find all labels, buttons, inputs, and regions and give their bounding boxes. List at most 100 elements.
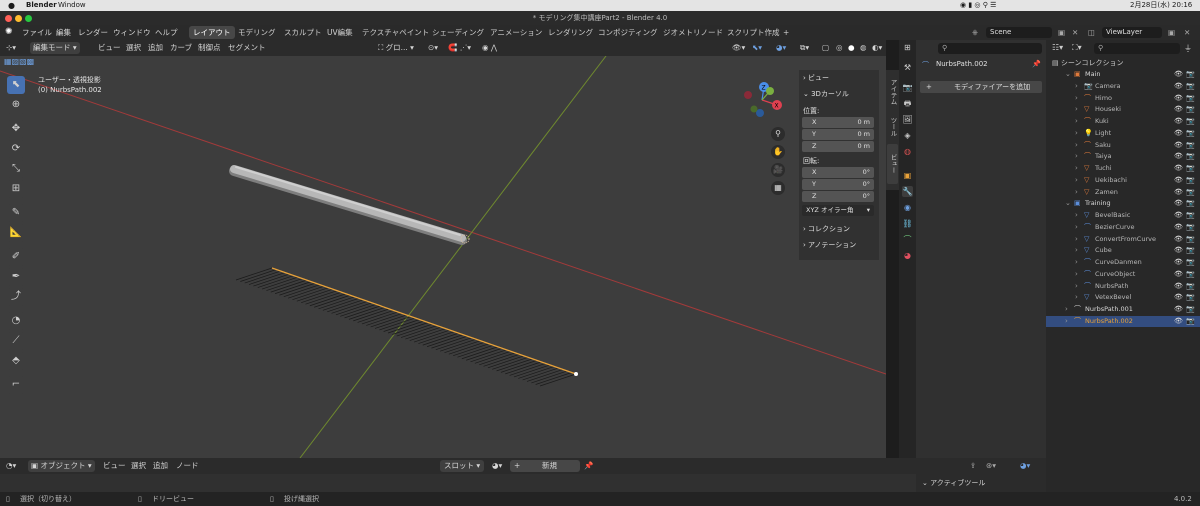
expand-arrow-icon[interactable]: › [1065, 304, 1068, 316]
outliner-row[interactable]: › ▽ Tuchi 👁 📷 [1046, 163, 1200, 175]
bottom-mode-select[interactable]: ▣ オブジェクト ▾ [28, 460, 95, 472]
menu-help[interactable]: ヘルプ [155, 25, 178, 40]
scene-props-icon[interactable]: ◈ [902, 130, 913, 141]
viewlayer-field[interactable]: ViewLayer [1102, 27, 1162, 38]
outliner-row[interactable]: › ▽ VetexBevel 👁 📷 [1046, 292, 1200, 304]
scale-tool-icon[interactable]: ⤡ [7, 160, 25, 178]
pen-tool-icon[interactable]: ✒ [7, 268, 25, 286]
extrude-tool-icon[interactable]: ⤴ [7, 288, 25, 306]
tab-uv-editing[interactable]: UV編集 [323, 26, 357, 39]
randomize-tool-icon[interactable]: ⬘ [7, 352, 25, 370]
outliner-row[interactable]: › ▽ BevelBasic 👁 📷 [1046, 210, 1200, 222]
render-camera-icon[interactable]: 📷 [1186, 140, 1195, 152]
expand-arrow-icon[interactable]: › [1075, 163, 1078, 175]
render-camera-icon[interactable]: 📷 [1186, 81, 1195, 93]
outliner-row[interactable]: ⌄ ▣ Main 👁 📷 [1046, 69, 1200, 81]
visibility-eye-icon[interactable]: 👁 [1174, 140, 1183, 152]
outliner-row[interactable]: › ⌒ NurbsPath 👁 📷 [1046, 281, 1200, 293]
visibility-eye-icon[interactable]: 👁 [1174, 116, 1183, 128]
editor-type-icon[interactable]: ⊹▾ [6, 40, 16, 56]
node-editor-area[interactable] [0, 474, 916, 492]
world-props-icon[interactable]: ◍ [902, 146, 913, 157]
perspective-grid-icon[interactable]: ▦ [771, 181, 785, 195]
tab-texture-paint[interactable]: テクスチャペイント [358, 26, 433, 39]
menu-edit[interactable]: 編集 [56, 25, 71, 40]
render-camera-icon[interactable]: 📷 [1186, 304, 1195, 316]
expand-arrow-icon[interactable]: ⌄ [1065, 198, 1071, 210]
render-camera-icon[interactable]: 📷 [1186, 163, 1195, 175]
outliner-row[interactable]: › ⌒ NurbsPath.002 👁 📷 [1046, 315, 1200, 328]
outliner-row[interactable]: › ▽ Houseki 👁 📷 [1046, 104, 1200, 116]
move-tool-icon[interactable]: ✥ [7, 120, 25, 138]
camera-view-icon[interactable]: 🎥 [771, 163, 785, 177]
snap-icon[interactable]: 🧲 ⋰▾ [448, 40, 471, 56]
outliner-row[interactable]: › ▽ Zamen 👁 📷 [1046, 187, 1200, 199]
visibility-eye-icon[interactable]: 👁 [1174, 151, 1183, 163]
expand-arrow-icon[interactable]: › [1075, 93, 1078, 105]
visibility-eye-icon[interactable]: 👁 [1174, 163, 1183, 175]
expand-arrow-icon[interactable]: › [1075, 104, 1078, 116]
tab-scripting[interactable]: スクリプト作成 [723, 26, 784, 39]
expand-arrow-icon[interactable]: › [1075, 151, 1078, 163]
view-layer-props-icon[interactable]: 🖼 [902, 114, 913, 125]
expand-arrow-icon[interactable]: › [1075, 257, 1078, 269]
outliner-row[interactable]: › ⌒ CurveObject 👁 📷 [1046, 269, 1200, 281]
menu-render[interactable]: レンダー [78, 25, 108, 40]
expand-arrow-icon[interactable]: › [1075, 245, 1078, 257]
render-camera-icon[interactable]: 📷 [1186, 316, 1195, 328]
scene-collection-row[interactable]: ▤ シーンコレクション [1052, 58, 1124, 68]
bottom-editor-type-icon[interactable]: ◔▾ [6, 458, 16, 474]
cursor-rotation-y-field[interactable]: Y 0° [802, 179, 874, 190]
outliner-row[interactable]: › 💡 Light 👁 📷 [1046, 128, 1200, 140]
expand-arrow-icon[interactable]: › [1075, 234, 1078, 246]
render-camera-icon[interactable]: 📷 [1186, 210, 1195, 222]
render-camera-icon[interactable]: 📷 [1186, 93, 1195, 105]
render-camera-icon[interactable]: 📷 [1186, 281, 1195, 293]
outliner-row[interactable]: › ⌒ NurbsPath.001 👁 📷 [1046, 304, 1200, 316]
tab-compositing[interactable]: コンポジティング [594, 26, 662, 39]
tab-sculpt[interactable]: スカルプト [280, 26, 326, 39]
vp-menu-view[interactable]: ビュー [98, 40, 121, 56]
visibility-eye-icon[interactable]: 👁 [1174, 245, 1183, 257]
shading-rendered-icon[interactable]: ◐▾ [872, 40, 882, 56]
xray-toggle-icon[interactable]: ▢ [822, 40, 829, 56]
transform-tool-icon[interactable]: ⊞ [7, 180, 25, 198]
tab-view[interactable]: ビュー [887, 144, 898, 184]
expand-arrow-icon[interactable]: › [1075, 292, 1078, 304]
outliner-row[interactable]: › ⌒ BezierCurve 👁 📷 [1046, 222, 1200, 234]
visibility-eye-icon[interactable]: 👁 [1174, 128, 1183, 140]
vp-menu-segments[interactable]: セグメント [228, 40, 266, 56]
add-modifier-button[interactable]: + モディファイアーを追加 [920, 81, 1042, 93]
render-camera-icon[interactable]: 📷 [1186, 175, 1195, 187]
tab-shading[interactable]: シェーディング [428, 26, 488, 39]
overlay-toggle-icon[interactable]: ◕▾ [776, 40, 786, 56]
view-section-header[interactable]: › ビュー [803, 73, 829, 83]
render-camera-icon[interactable]: 📷 [1186, 116, 1195, 128]
properties-editor-type-icon[interactable]: ⊞ [904, 43, 911, 52]
vp-menu-curve[interactable]: カーブ [170, 40, 192, 56]
outliner-row[interactable]: › ▽ Cube 👁 📷 [1046, 245, 1200, 257]
outliner-row[interactable]: › ⌒ Taiya 👁 📷 [1046, 151, 1200, 163]
expand-arrow-icon[interactable]: › [1075, 187, 1078, 199]
outliner-filter-icon[interactable]: ⏚ [1184, 43, 1192, 54]
rotate-tool-icon[interactable]: ⟳ [7, 140, 25, 158]
physics-props-icon[interactable]: ◉ [902, 202, 913, 213]
visibility-eye-icon[interactable]: 👁 [1174, 69, 1183, 81]
tab-geometry-nodes[interactable]: ジオメトリノード [659, 26, 727, 39]
node-tree-icon[interactable]: ⇪ [970, 458, 976, 474]
visibility-eye-icon[interactable]: 👁 [1174, 198, 1183, 210]
rotation-mode-select[interactable]: XYZ オイラー角 ▾ [802, 205, 874, 216]
expand-arrow-icon[interactable]: › [1075, 269, 1078, 281]
expand-arrow-icon[interactable]: › [1075, 81, 1078, 93]
visibility-eye-icon[interactable]: 👁 [1174, 104, 1183, 116]
apple-icon[interactable]: ● [8, 0, 15, 11]
visibility-eye-icon[interactable]: 👁 [1174, 222, 1183, 234]
blender-logo-icon[interactable]: ✺ [5, 25, 13, 40]
cursor-rotation-x-field[interactable]: X 0° [802, 167, 874, 178]
menu-window[interactable]: ウィンドウ [113, 25, 151, 40]
3d-viewport[interactable]: ユーザー・透視投影 (0) NurbsPath.002 X Z ⚲ ✋ 🎥 ▦ [0, 56, 886, 458]
tool-props-icon[interactable]: ⚒ [902, 62, 913, 73]
pin-icon[interactable]: 📌 [1032, 60, 1041, 68]
new-viewlayer-icon[interactable]: ▣ [1168, 25, 1175, 40]
outliner-row[interactable]: › ⌒ Kuki 👁 📷 [1046, 116, 1200, 128]
